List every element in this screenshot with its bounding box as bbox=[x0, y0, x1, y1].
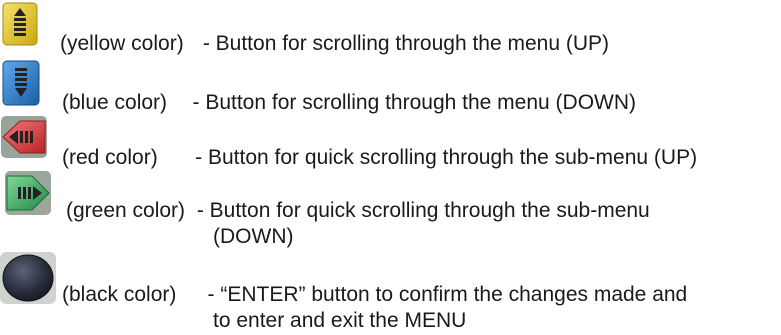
legend-item-blue: (blue color) - Button for scrolling thro… bbox=[0, 60, 781, 114]
item-description: - Button for scrolling through the menu … bbox=[175, 91, 637, 114]
item-description-continued: to enter and exit the MENU bbox=[213, 309, 467, 332]
legend-item-red: (red color) - Button for quick scrolling… bbox=[0, 115, 781, 169]
legend-item-green: (green color) - Button for quick scrolli… bbox=[0, 170, 781, 248]
color-label: (black color) bbox=[62, 283, 177, 306]
color-label: (green color) bbox=[66, 199, 186, 222]
item-description: - Button for quick scrolling through the… bbox=[166, 146, 698, 169]
color-label: (yellow color) bbox=[60, 32, 184, 55]
item-description-continued: (DOWN) bbox=[213, 225, 294, 248]
yellow-scroll-up-button-icon bbox=[2, 2, 38, 46]
legend-item-yellow: (yellow color) - Button for scrolling th… bbox=[0, 0, 781, 55]
blue-scroll-down-button-icon bbox=[2, 60, 40, 106]
green-quick-scroll-down-button-icon bbox=[5, 171, 51, 215]
legend-item-black: (black color) - “ENTER” button to confir… bbox=[0, 252, 781, 335]
red-quick-scroll-up-button-icon bbox=[1, 116, 47, 158]
item-description: - Button for quick scrolling through the… bbox=[191, 199, 650, 222]
item-description: - “ENTER” button to confirm the changes … bbox=[190, 283, 688, 306]
black-enter-button-icon bbox=[0, 252, 56, 304]
item-description: - Button for scrolling through the menu … bbox=[197, 32, 610, 55]
color-label: (blue color) bbox=[62, 91, 168, 114]
color-label: (red color) bbox=[62, 146, 158, 169]
